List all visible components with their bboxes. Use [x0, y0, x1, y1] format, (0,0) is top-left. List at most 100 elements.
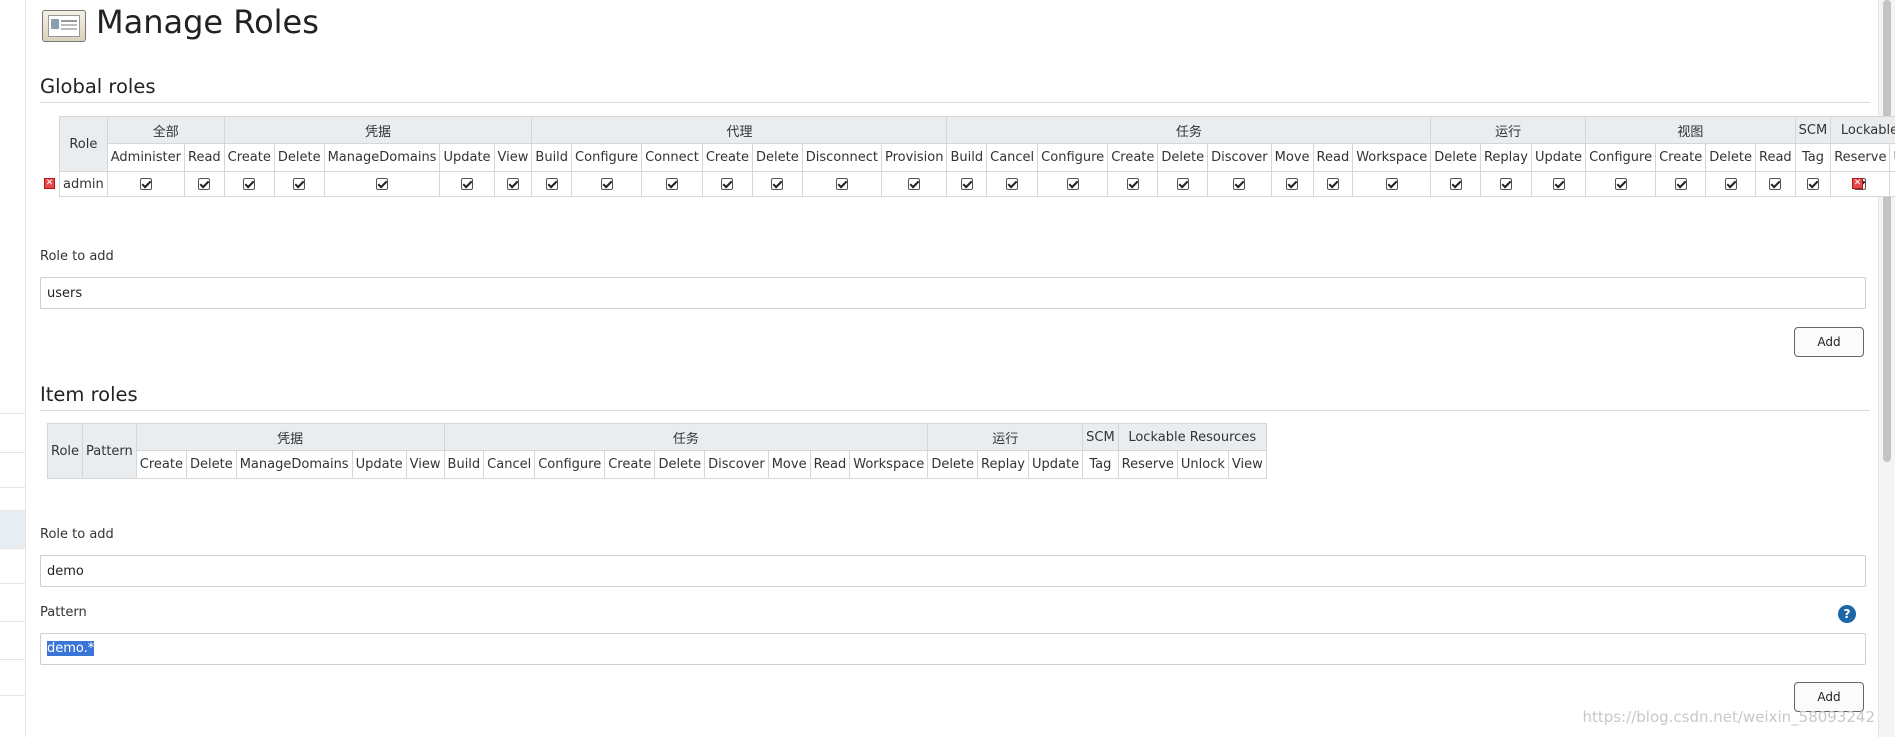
permission-header: Delete — [187, 451, 237, 479]
permission-checkbox[interactable] — [1725, 178, 1737, 190]
permission-checkbox[interactable] — [1500, 178, 1512, 190]
vertical-scrollbar[interactable] — [1878, 0, 1895, 737]
permission-group-header: 任务 — [947, 117, 1431, 144]
role-column-header: Role — [60, 117, 108, 172]
main-content: Manage Roles Global roles ✕ Role 全部凭据代理任… — [40, 0, 1870, 737]
permission-cell — [1586, 172, 1656, 197]
permission-checkbox[interactable] — [1006, 178, 1018, 190]
permission-header: Discover — [705, 451, 769, 479]
permission-checkbox[interactable] — [961, 178, 973, 190]
permission-header: Delete — [655, 451, 705, 479]
permission-header: Update — [440, 144, 494, 172]
permission-group-header: 运行 — [928, 424, 1083, 451]
sidebar-row[interactable] — [0, 548, 25, 584]
permission-cell — [274, 172, 324, 197]
permission-header: Update — [1029, 451, 1083, 479]
item-roles-heading: Item roles — [40, 383, 138, 406]
scrollbar-thumb[interactable] — [1883, 0, 1891, 462]
permission-checkbox[interactable] — [1127, 178, 1139, 190]
sidebar-row[interactable] — [0, 621, 25, 660]
permission-checkbox[interactable] — [1553, 178, 1565, 190]
permission-header: Workspace — [850, 451, 928, 479]
permission-checkbox[interactable] — [771, 178, 783, 190]
permission-cell — [1353, 172, 1431, 197]
permission-header: Delete — [274, 144, 324, 172]
permission-cell — [1038, 172, 1108, 197]
permission-header: Delete — [1158, 144, 1208, 172]
permission-checkbox[interactable] — [721, 178, 733, 190]
permission-checkbox[interactable] — [243, 178, 255, 190]
sidebar-row-active[interactable] — [0, 510, 25, 549]
permission-checkbox[interactable] — [908, 178, 920, 190]
permission-header: Create — [702, 144, 752, 172]
table-row: admin — [60, 172, 1895, 197]
permission-checkbox[interactable] — [1327, 178, 1339, 190]
permission-header: Build — [444, 451, 484, 479]
pattern-label: Pattern — [40, 605, 87, 620]
permission-cell — [881, 172, 947, 197]
permission-header: Tag — [1795, 144, 1831, 172]
permission-group-header: 全部 — [107, 117, 224, 144]
permission-checkbox[interactable] — [198, 178, 210, 190]
permission-checkbox[interactable] — [1615, 178, 1627, 190]
delete-row-icon[interactable]: ✕ — [1852, 178, 1863, 189]
permission-checkbox[interactable] — [666, 178, 678, 190]
sidebar-row[interactable] — [0, 583, 25, 622]
permission-header: Unlock — [1177, 451, 1228, 479]
permission-header: View — [406, 451, 444, 479]
pattern-input[interactable]: demo.* — [40, 633, 1866, 665]
permission-cell — [1890, 172, 1895, 197]
permission-checkbox[interactable] — [836, 178, 848, 190]
permission-header: Configure — [1586, 144, 1656, 172]
permission-checkbox[interactable] — [546, 178, 558, 190]
permission-header: Configure — [535, 451, 605, 479]
permission-header: Read — [810, 451, 850, 479]
permission-header: Discover — [1208, 144, 1272, 172]
sidebar-row[interactable] — [0, 413, 25, 449]
permission-cell — [1208, 172, 1272, 197]
delete-row-icon[interactable]: ✕ — [44, 178, 55, 189]
permission-header: Configure — [572, 144, 642, 172]
permission-checkbox[interactable] — [601, 178, 613, 190]
permission-checkbox[interactable] — [1286, 178, 1298, 190]
permission-header: Create — [1656, 144, 1706, 172]
permission-checkbox[interactable] — [1067, 178, 1079, 190]
id-card-icon — [42, 10, 86, 42]
permission-checkbox[interactable] — [1450, 178, 1462, 190]
permission-cell — [702, 172, 752, 197]
permission-header: Workspace — [1353, 144, 1431, 172]
pattern-column-header: Pattern — [83, 424, 137, 479]
permission-cell — [1271, 172, 1313, 197]
permission-header: Delete — [1706, 144, 1756, 172]
sidebar-row[interactable] — [0, 487, 25, 508]
permission-group-header: SCM — [1795, 117, 1831, 144]
permission-checkbox[interactable] — [1233, 178, 1245, 190]
sidebar-row[interactable] — [0, 452, 25, 488]
permission-cell — [642, 172, 703, 197]
permission-checkbox[interactable] — [1769, 178, 1781, 190]
permission-checkbox[interactable] — [1177, 178, 1189, 190]
permission-checkbox[interactable] — [461, 178, 473, 190]
permission-cell — [947, 172, 987, 197]
permission-checkbox[interactable] — [293, 178, 305, 190]
global-add-button[interactable]: Add — [1794, 327, 1864, 357]
permission-header: Connect — [642, 144, 703, 172]
permission-checkbox[interactable] — [1807, 178, 1819, 190]
permission-checkbox[interactable] — [1386, 178, 1398, 190]
item-role-to-add-label: Role to add — [40, 527, 114, 542]
permission-group-header: 代理 — [532, 117, 947, 144]
permission-group-header: SCM — [1083, 424, 1119, 451]
permission-group-header: Lockable Resources — [1118, 424, 1266, 451]
permission-checkbox[interactable] — [507, 178, 519, 190]
global-role-input[interactable] — [40, 277, 1866, 309]
permission-header: Replay — [978, 451, 1029, 479]
permission-header: Administer — [107, 144, 184, 172]
permission-cell — [572, 172, 642, 197]
item-role-input[interactable] — [40, 555, 1866, 587]
permission-checkbox[interactable] — [376, 178, 388, 190]
permission-checkbox[interactable] — [1675, 178, 1687, 190]
help-icon[interactable]: ? — [1838, 605, 1856, 623]
sidebar-row[interactable] — [0, 659, 25, 696]
sidebar-row[interactable] — [0, 695, 25, 738]
permission-checkbox[interactable] — [140, 178, 152, 190]
